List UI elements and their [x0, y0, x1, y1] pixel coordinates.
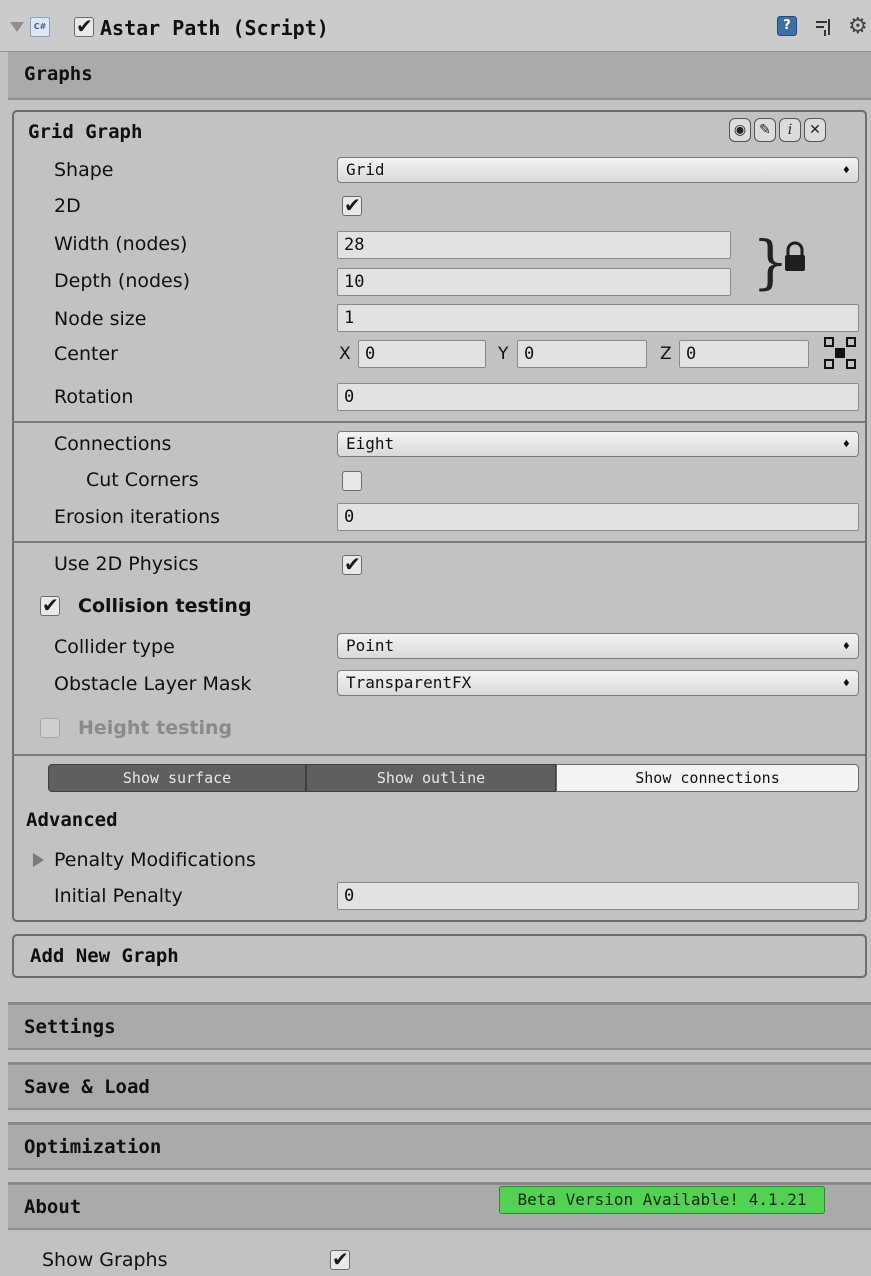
checkmark-icon: ✔ [76, 14, 93, 38]
collider-type-dropdown[interactable]: Point ♦ [337, 633, 859, 659]
connections-label: Connections [54, 433, 172, 455]
add-new-graph-label: Add New Graph [30, 945, 179, 967]
dropdown-arrow-icon: ♦ [842, 437, 850, 451]
show-outline-toggle[interactable]: Show outline [306, 764, 556, 792]
height-testing-checkbox[interactable] [40, 718, 60, 738]
shape-value: Grid [346, 160, 385, 179]
cut-corners-checkbox[interactable] [342, 471, 362, 491]
two-d-checkbox[interactable]: ✔ [342, 193, 362, 217]
dropdown-arrow-icon: ♦ [842, 639, 850, 653]
collider-type-label: Collider type [54, 636, 175, 658]
section-about-label: About [24, 1196, 82, 1218]
checkmark-icon: ✔ [332, 1247, 349, 1271]
center-z-label: Z [660, 344, 672, 364]
rotation-label: Rotation [54, 386, 134, 408]
show-connections-toggle[interactable]: Show connections [556, 764, 859, 792]
section-optimization-label: Optimization [24, 1136, 162, 1158]
section-settings-label: Settings [24, 1016, 116, 1038]
initial-penalty-label: Initial Penalty [54, 885, 183, 907]
center-y-label: Y [498, 344, 509, 364]
preset-icon[interactable] [813, 16, 835, 38]
lock-icon[interactable] [782, 240, 808, 274]
center-y-field[interactable]: 0 [517, 340, 647, 368]
erosion-label: Erosion iterations [54, 506, 221, 528]
grid-graph-title: Grid Graph [28, 121, 143, 143]
section-graphs[interactable]: Graphs [8, 52, 871, 100]
height-testing-label: Height testing [78, 717, 233, 739]
two-d-label: 2D [54, 195, 81, 217]
show-graphs-checkbox[interactable]: ✔ [330, 1247, 350, 1271]
node-size-label: Node size [54, 308, 147, 330]
cut-corners-label: Cut Corners [86, 469, 199, 491]
connections-value: Eight [346, 434, 395, 453]
width-label: Width (nodes) [54, 233, 188, 255]
add-new-graph-button[interactable]: Add New Graph [12, 934, 867, 978]
section-save-load[interactable]: Save & Load [8, 1062, 871, 1110]
section-settings[interactable]: Settings [8, 1002, 871, 1050]
collapsed-arrow-icon[interactable] [33, 853, 44, 867]
rotation-field[interactable]: 0 [337, 383, 859, 411]
csharp-script-icon: C# [30, 17, 50, 37]
obstacle-mask-dropdown[interactable]: TransparentFX ♦ [337, 670, 859, 696]
foldout-arrow-icon[interactable] [10, 22, 24, 32]
depth-label: Depth (nodes) [54, 270, 191, 292]
dropdown-arrow-icon: ♦ [842, 676, 850, 690]
center-x-label: X [339, 344, 351, 364]
component-header: C# ✔ Astar Path (Script) ? ⚙ [0, 0, 871, 52]
close-icon[interactable]: ✕ [804, 118, 826, 142]
center-x-field[interactable]: 0 [358, 340, 486, 368]
section-optimization[interactable]: Optimization [8, 1122, 871, 1170]
section-save-load-label: Save & Load [24, 1076, 150, 1098]
obstacle-mask-value: TransparentFX [346, 673, 472, 692]
node-size-field[interactable]: 1 [337, 304, 859, 332]
shape-dropdown[interactable]: Grid ♦ [337, 157, 859, 183]
connections-dropdown[interactable]: Eight ♦ [337, 431, 859, 457]
advanced-heading: Advanced [26, 809, 118, 831]
section-graphs-label: Graphs [24, 63, 93, 85]
component-title: Astar Path (Script) [100, 16, 329, 40]
depth-field[interactable]: 10 [337, 268, 731, 296]
show-surface-toggle[interactable]: Show surface [48, 764, 306, 792]
erosion-field[interactable]: 0 [337, 503, 859, 531]
eye-icon[interactable]: ◉ [729, 118, 751, 142]
divider [12, 541, 865, 543]
beta-version-badge[interactable]: Beta Version Available! 4.1.21 [499, 1186, 825, 1214]
info-icon[interactable]: i [779, 118, 801, 142]
shape-label: Shape [54, 159, 114, 181]
divider [12, 421, 865, 423]
penalty-modifications-foldout[interactable]: Penalty Modifications [54, 848, 256, 872]
collision-testing-label: Collision testing [78, 595, 252, 617]
pencil-icon[interactable]: ✎ [754, 118, 776, 142]
obstacle-mask-label: Obstacle Layer Mask [54, 673, 252, 695]
dropdown-arrow-icon: ♦ [842, 163, 850, 177]
divider [12, 754, 865, 756]
component-enabled-checkbox[interactable]: ✔ [74, 14, 94, 38]
checkmark-icon: ✔ [344, 193, 361, 217]
gear-icon[interactable]: ⚙ [848, 14, 868, 39]
snap-center-icon[interactable] [823, 336, 857, 370]
center-z-field[interactable]: 0 [679, 340, 809, 368]
use-2d-physics-label: Use 2D Physics [54, 553, 199, 575]
help-book-icon[interactable]: ? [777, 16, 797, 36]
checkmark-icon: ✔ [344, 552, 361, 576]
use-2d-physics-checkbox[interactable]: ✔ [342, 552, 362, 576]
width-field[interactable]: 28 [337, 231, 731, 259]
collider-type-value: Point [346, 636, 395, 655]
collision-testing-checkbox[interactable]: ✔ [40, 593, 60, 617]
center-label: Center [54, 343, 118, 365]
show-graphs-label: Show Graphs [42, 1249, 168, 1271]
checkmark-icon: ✔ [42, 593, 59, 617]
initial-penalty-field[interactable]: 0 [337, 882, 859, 910]
